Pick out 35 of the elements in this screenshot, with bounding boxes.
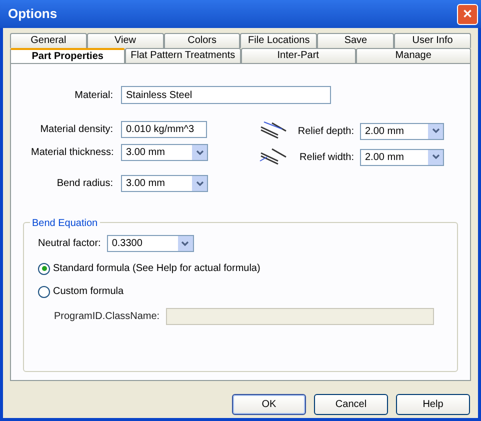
field-label: Neutral factor: xyxy=(38,237,101,251)
group-title: Bend Equation xyxy=(30,216,100,231)
tab[interactable]: Manage xyxy=(356,48,471,63)
relief-width-icon xyxy=(258,147,288,167)
dropdown-field[interactable]: 2.00 mm xyxy=(360,122,444,140)
dialog-button[interactable]: Cancel xyxy=(314,394,388,415)
field-label: Material: xyxy=(74,88,113,102)
dropdown-field[interactable]: 3.00 mm xyxy=(121,144,208,161)
field-label: Bend radius: xyxy=(56,177,113,191)
field-label: Material thickness: xyxy=(31,146,113,160)
dropdown-field[interactable]: 0.3300 xyxy=(106,235,194,252)
tab[interactable]: Colors xyxy=(164,33,240,48)
field-label: ProgramID.ClassName: xyxy=(54,310,160,324)
relief-depth-icon xyxy=(258,121,288,141)
field-label: Relief depth: xyxy=(296,124,354,138)
radio-option[interactable]: Standard formula (See Help for actual formula) xyxy=(38,261,260,276)
tab[interactable]: Flat Pattern Treatments xyxy=(125,48,240,63)
dialog-button[interactable]: OK xyxy=(232,394,306,415)
dropdown-field[interactable]: 3.00 mm xyxy=(121,175,208,192)
tab[interactable]: General xyxy=(10,33,87,48)
field-label: Material density: xyxy=(39,123,113,137)
text-field[interactable]: 0.010 kg/mm^3 xyxy=(121,121,207,138)
tab[interactable]: Part Properties xyxy=(10,48,126,63)
tab[interactable]: View xyxy=(86,33,164,48)
radio-option[interactable]: Custom formula xyxy=(38,284,124,299)
window-title: Options xyxy=(8,5,58,24)
close-button[interactable]: ✕ xyxy=(457,4,478,24)
tab[interactable]: Inter-Part xyxy=(240,48,356,63)
field-label: Relief width: xyxy=(298,150,354,164)
dropdown-field[interactable]: 2.00 mm xyxy=(360,148,444,166)
tab[interactable]: User Info xyxy=(394,33,471,48)
material-field[interactable]: Stainless Steel xyxy=(121,86,331,104)
dialog-button[interactable]: Help xyxy=(396,394,470,415)
tab[interactable]: File Locations xyxy=(240,33,318,48)
tab[interactable]: Save xyxy=(317,33,394,48)
